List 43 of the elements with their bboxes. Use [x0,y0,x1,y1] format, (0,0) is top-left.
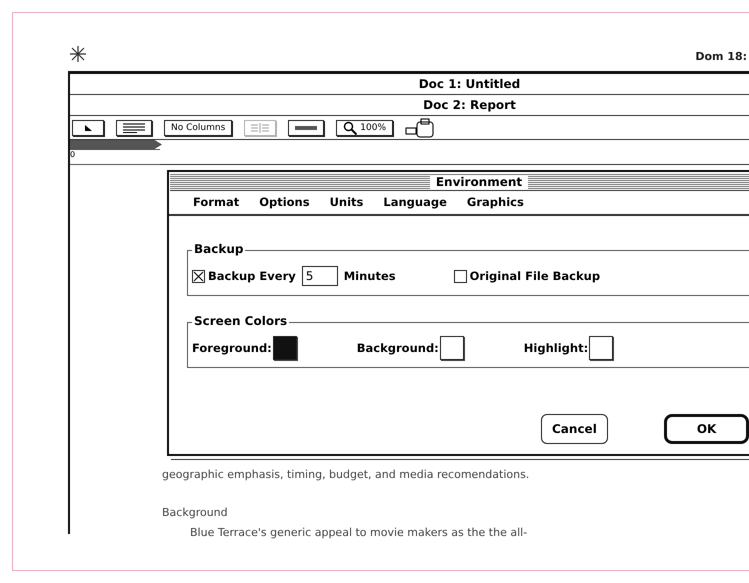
checkbox[interactable]: Original File Backup [454,269,600,283]
document-text: geographic emphasis, timing, budget, and media recomendations. [162,468,530,482]
text-lines-button[interactable] [116,120,152,136]
window-title: Doc 2: Report [423,98,516,112]
color-swatch[interactable] [589,336,614,360]
color-label: Highlight: [524,341,588,355]
ruler-label: 0 [70,150,76,159]
color-label: Foreground: [192,341,272,355]
dialog-title: Environment [430,174,528,188]
color-swatch[interactable] [440,336,464,360]
zoom-button[interactable]: 100% [336,120,393,136]
color-label: Background: [356,341,439,355]
menu-item[interactable]: Format [193,195,240,211]
color-swatch[interactable] [272,336,297,360]
window-title-bar[interactable]: Doc 2: Report [70,95,749,116]
menu-item[interactable]: Options [259,195,310,211]
menu-item[interactable]: Language [383,195,447,211]
lines-icon [123,123,145,133]
menubar-clock: Dom 18: [695,50,747,62]
group-title: Screen Colors [192,314,290,328]
cancel-button[interactable]: Cancel [541,414,608,444]
minutes-field[interactable]: 5 [302,266,338,286]
dialog-title-bar[interactable]: Environment [170,173,749,191]
sparkle-icon [70,46,86,62]
arrow-icon [83,124,93,132]
document-text: Blue Terrace's generic appeal to movie makers as the the all- [189,526,528,540]
checkbox[interactable]: Backup Every [192,269,296,283]
minutes-label: Minutes [344,269,396,283]
document-text: Background [162,506,229,520]
menu-item[interactable]: Units [330,195,364,211]
window-title-bar[interactable]: Doc 1: Untitled [70,74,749,95]
magnifier-icon [343,121,358,135]
bar-icon [295,125,318,131]
ruler-marker[interactable] [70,140,162,149]
menu-item[interactable]: Graphics [466,195,524,211]
group-title: Backup [192,242,246,256]
rule-button[interactable] [288,120,324,136]
pointer-tool-button[interactable] [72,120,104,136]
columns-button[interactable]: No Columns [164,120,232,136]
columns-icon [251,123,270,133]
ok-button[interactable]: OK [664,414,749,444]
window-title: Doc 1: Untitled [418,77,520,91]
cross-icon [193,270,204,282]
